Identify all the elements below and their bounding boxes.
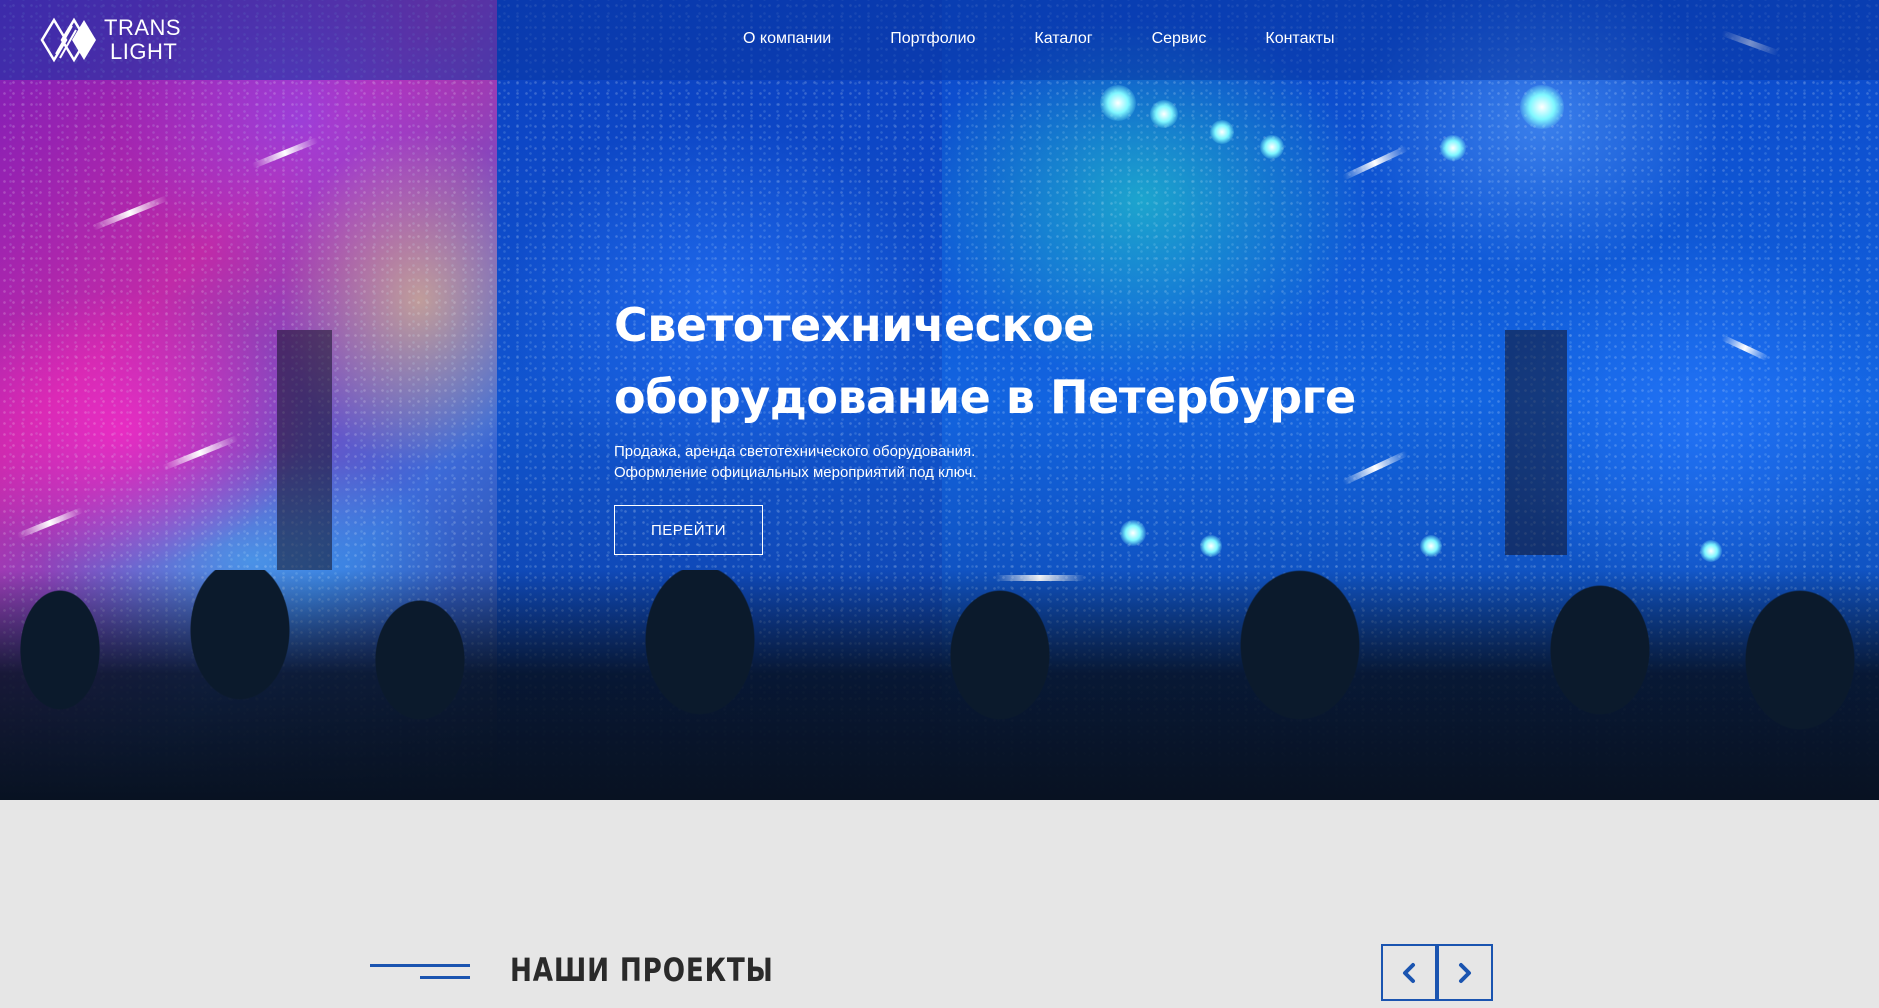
site-header: TRANS LIGHT О компании Портфолио Каталог… xyxy=(0,0,1879,80)
hero-banner: Светотехническое оборудование в Петербур… xyxy=(0,0,1879,800)
hero-title-line-1: Светотехническое xyxy=(614,297,1094,352)
stage-light xyxy=(1100,85,1136,121)
chevron-left-icon xyxy=(1403,962,1415,983)
logo-text: TRANS LIGHT xyxy=(104,16,181,64)
stage-light xyxy=(1150,100,1178,128)
crowd-silhouette xyxy=(0,570,1879,800)
hero-subtitle-line-2: Оформление официальных мероприятий под к… xyxy=(614,464,977,481)
logo[interactable]: TRANS LIGHT xyxy=(40,12,200,68)
hero-subtitle-line-1: Продажа, аренда светотехнического оборуд… xyxy=(614,443,976,460)
decorative-line xyxy=(370,964,470,967)
hero-title: Светотехническое оборудование в Петербур… xyxy=(614,289,1356,433)
stage-light xyxy=(1210,120,1234,144)
nav-item-portfolio[interactable]: Портфолио xyxy=(890,30,975,48)
hero-title-line-2: оборудование в Петербурге xyxy=(614,369,1356,424)
logo-line-2: LIGHT xyxy=(110,39,178,64)
projects-title: НАШИ ПРОЕКТЫ xyxy=(510,951,774,989)
stage-light xyxy=(1200,535,1222,557)
hero-subtitle: Продажа, аренда светотехнического оборуд… xyxy=(614,441,977,483)
slider-next-button[interactable] xyxy=(1437,944,1493,1001)
chevron-right-icon xyxy=(1459,962,1471,983)
stage-light xyxy=(1120,520,1146,546)
logo-diamond-icon xyxy=(40,17,96,63)
logo-line-1: TRANS xyxy=(104,15,182,40)
stage-light xyxy=(1700,540,1722,562)
nav-item-catalog[interactable]: Каталог xyxy=(1034,30,1092,48)
nav-item-service[interactable]: Сервис xyxy=(1152,30,1207,48)
stage-light xyxy=(1260,135,1284,159)
stage-light xyxy=(1520,85,1564,129)
nav-item-contacts[interactable]: Контакты xyxy=(1265,30,1334,48)
slider-prev-button[interactable] xyxy=(1381,944,1437,1001)
speaker-stack xyxy=(1505,330,1567,555)
go-button[interactable]: ПЕРЕЙТИ xyxy=(614,505,763,555)
decorative-line xyxy=(420,976,470,979)
speaker-stack xyxy=(277,330,332,570)
main-nav: О компании Портфолио Каталог Сервис Конт… xyxy=(743,30,1334,48)
stage-light xyxy=(1420,535,1442,557)
stage-light xyxy=(1440,135,1466,161)
nav-item-about[interactable]: О компании xyxy=(743,30,831,48)
